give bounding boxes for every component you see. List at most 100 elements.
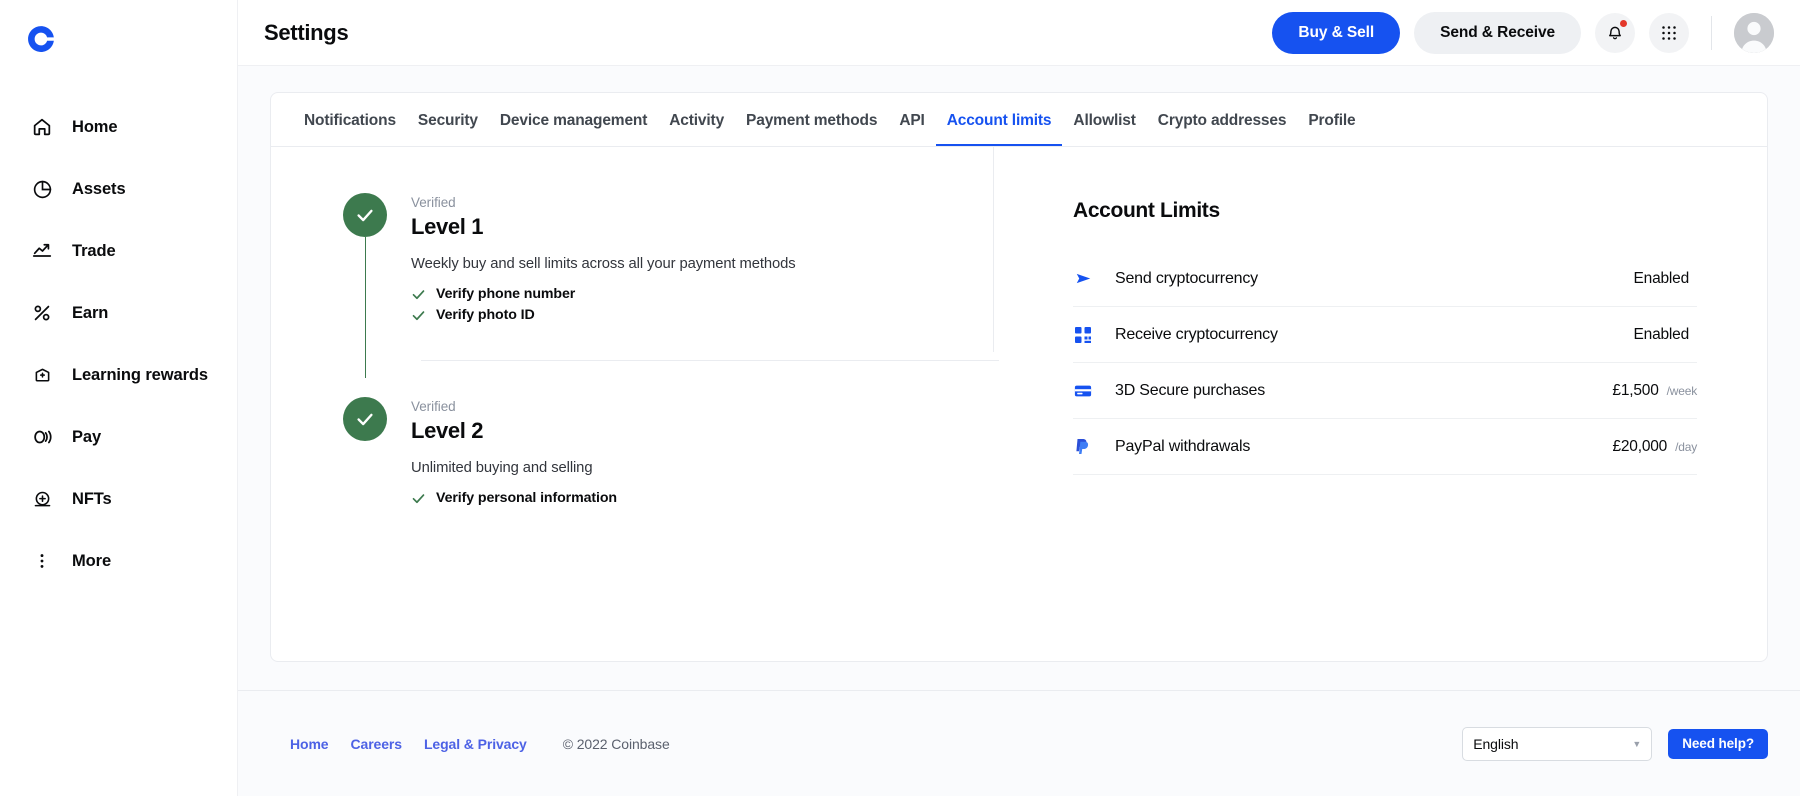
main-content: Notifications Security Device management… bbox=[238, 66, 1800, 690]
limit-value: Enabled bbox=[1633, 325, 1690, 343]
tab-activity[interactable]: Activity bbox=[658, 112, 735, 146]
sidebar-item-label: Pay bbox=[72, 427, 102, 446]
sidebar-item-home[interactable]: Home bbox=[0, 96, 237, 158]
sidebar-item-label: Earn bbox=[72, 303, 109, 322]
buy-sell-button[interactable]: Buy & Sell bbox=[1272, 11, 1401, 54]
chevron-down-icon: ▼ bbox=[1632, 738, 1642, 749]
nft-icon bbox=[30, 487, 54, 511]
top-header: Settings Buy & Sell Send & Receive bbox=[238, 0, 1800, 66]
send-receive-button[interactable]: Send & Receive bbox=[1414, 11, 1581, 54]
tab-profile[interactable]: Profile bbox=[1297, 112, 1366, 146]
sidebar: Home Assets Trade Earn Learning rewards … bbox=[0, 0, 238, 796]
level-title: Level 1 bbox=[411, 214, 484, 239]
limit-row: 3D Secure purchases £1,500 /week bbox=[1073, 363, 1697, 419]
level-marker bbox=[343, 397, 387, 511]
limit-period: /week bbox=[1666, 383, 1698, 398]
settings-tabs: Notifications Security Device management… bbox=[271, 93, 1767, 147]
graduation-badge-icon bbox=[30, 363, 54, 387]
avatar[interactable] bbox=[1734, 12, 1774, 53]
tab-notifications[interactable]: Notifications bbox=[293, 112, 407, 146]
page-title: Settings bbox=[264, 19, 349, 45]
app-root: Home Assets Trade Earn Learning rewards … bbox=[0, 0, 1800, 796]
sidebar-item-assets[interactable]: Assets bbox=[0, 158, 237, 220]
sidebar-item-label: Assets bbox=[72, 179, 126, 198]
limit-label: Receive cryptocurrency bbox=[1115, 325, 1278, 343]
sidebar-item-label: Trade bbox=[72, 241, 116, 260]
check-circle-icon bbox=[343, 193, 387, 237]
checklist-label: Verify personal information bbox=[436, 490, 617, 506]
level-checklist: Verify personal information bbox=[411, 490, 993, 506]
level-description: Weekly buy and sell limits across all yo… bbox=[411, 256, 796, 272]
page-footer: Home Careers Legal & Privacy © 2022 Coin… bbox=[238, 690, 1800, 796]
account-limits-panel: Account Limits Send cryptocurrency Enabl… bbox=[993, 147, 1767, 661]
more-vertical-icon bbox=[30, 549, 54, 573]
home-icon bbox=[30, 115, 54, 139]
tab-allowlist[interactable]: Allowlist bbox=[1062, 112, 1146, 146]
main-column: Settings Buy & Sell Send & Receive Notif… bbox=[238, 0, 1800, 796]
tab-payment-methods[interactable]: Payment methods bbox=[735, 112, 888, 146]
header-divider bbox=[1711, 15, 1712, 50]
settings-card: Notifications Security Device management… bbox=[270, 92, 1768, 662]
footer-copyright: © 2022 Coinbase bbox=[562, 735, 670, 752]
grid-apps-icon bbox=[1662, 25, 1676, 40]
language-value: English bbox=[1473, 735, 1519, 752]
footer-link-home[interactable]: Home bbox=[290, 736, 329, 752]
paypal-icon bbox=[1073, 438, 1093, 455]
limit-value-group: £20,000 /day bbox=[1612, 438, 1697, 456]
level-connector bbox=[364, 237, 367, 378]
pay-icon bbox=[30, 425, 54, 449]
limit-row: Receive cryptocurrency Enabled bbox=[1073, 307, 1697, 363]
sidebar-item-earn[interactable]: Earn bbox=[0, 282, 237, 344]
tab-security[interactable]: Security bbox=[407, 112, 489, 146]
check-icon bbox=[412, 289, 425, 299]
level-status: Verified bbox=[411, 399, 456, 414]
card-body: Verified Level 1 Weekly buy and sell lim… bbox=[271, 147, 1767, 661]
level-row: Verified Level 2 Unlimited buying and se… bbox=[271, 397, 993, 511]
need-help-button[interactable]: Need help? bbox=[1668, 728, 1768, 759]
limit-value: £1,500 bbox=[1612, 381, 1659, 399]
level-text: Verified Level 2 Unlimited buying and se… bbox=[411, 397, 993, 511]
apps-menu-button[interactable] bbox=[1649, 12, 1689, 53]
sidebar-item-label: Home bbox=[72, 117, 118, 136]
level-checklist: Verify phone number Verify photo ID bbox=[411, 286, 993, 323]
level-status: Verified bbox=[411, 195, 456, 210]
check-icon bbox=[412, 493, 425, 503]
footer-link-legal-privacy[interactable]: Legal & Privacy bbox=[424, 736, 527, 752]
sidebar-item-label: NFTs bbox=[72, 489, 112, 508]
sidebar-item-label: Learning rewards bbox=[72, 365, 208, 384]
column-divider bbox=[993, 147, 994, 352]
logo-container[interactable] bbox=[0, 0, 237, 72]
footer-link-careers[interactable]: Careers bbox=[351, 736, 403, 752]
sidebar-item-pay[interactable]: Pay bbox=[0, 406, 237, 468]
credit-card-icon bbox=[1073, 382, 1093, 400]
checklist-label: Verify phone number bbox=[436, 286, 576, 302]
sidebar-item-trade[interactable]: Trade bbox=[0, 220, 237, 282]
limit-label: 3D Secure purchases bbox=[1115, 381, 1266, 399]
level-text: Verified Level 1 Weekly buy and sell lim… bbox=[411, 193, 993, 328]
tab-crypto-addresses[interactable]: Crypto addresses bbox=[1147, 112, 1298, 146]
trend-up-icon bbox=[30, 239, 54, 263]
sidebar-item-nfts[interactable]: NFTs bbox=[0, 468, 237, 530]
checklist-label: Verify photo ID bbox=[436, 307, 535, 323]
percent-icon bbox=[30, 301, 54, 325]
level-marker bbox=[343, 193, 387, 378]
tab-account-limits[interactable]: Account limits bbox=[935, 112, 1063, 146]
checklist-item: Verify personal information bbox=[411, 490, 993, 506]
limit-value: £20,000 bbox=[1612, 437, 1668, 455]
level-row: Verified Level 1 Weekly buy and sell lim… bbox=[271, 193, 993, 378]
level-description: Unlimited buying and selling bbox=[411, 460, 593, 476]
coinbase-logo bbox=[28, 26, 54, 52]
tab-device-management[interactable]: Device management bbox=[489, 112, 658, 146]
sidebar-item-label: More bbox=[72, 551, 112, 570]
notifications-button[interactable] bbox=[1595, 12, 1635, 53]
limit-label: Send cryptocurrency bbox=[1115, 269, 1258, 287]
footer-links: Home Careers Legal & Privacy © 2022 Coin… bbox=[290, 736, 670, 752]
sidebar-item-more[interactable]: More bbox=[0, 530, 237, 592]
sidebar-item-learning-rewards[interactable]: Learning rewards bbox=[0, 344, 237, 406]
check-icon bbox=[412, 310, 425, 320]
pie-chart-icon bbox=[30, 177, 54, 201]
tab-api[interactable]: API bbox=[888, 112, 935, 146]
check-circle-icon bbox=[343, 397, 387, 441]
language-select[interactable]: English ▼ bbox=[1462, 726, 1653, 761]
limit-row: PayPal withdrawals £20,000 /day bbox=[1073, 419, 1697, 475]
